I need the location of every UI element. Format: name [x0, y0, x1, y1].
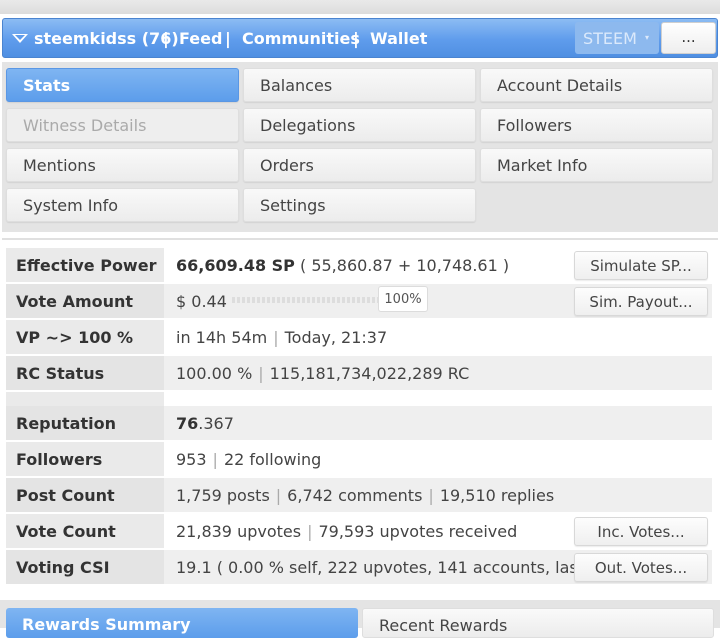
inc-votes-button[interactable]: Inc. Votes... — [574, 517, 708, 546]
more-button[interactable]: ... — [661, 22, 716, 54]
menu-triangle-icon[interactable] — [12, 34, 28, 43]
tab-recent-rewards[interactable]: Recent Rewards — [362, 608, 714, 638]
tab-followers[interactable]: Followers — [480, 108, 713, 142]
tab-witness-details: Witness Details — [6, 108, 239, 142]
vote-weight-slider[interactable] — [232, 297, 378, 303]
label-followers: Followers — [6, 442, 164, 476]
spacer-cell — [6, 392, 164, 406]
vp-time: in 14h 54m — [176, 328, 268, 347]
following-count: 22 following — [223, 450, 322, 469]
currency-value: STEEM — [583, 29, 637, 48]
label-vp: VP ~> 100 % — [6, 320, 164, 354]
row-effective-power: Effective Power 66,609.48 SP ( 55,860.87… — [6, 248, 712, 282]
tab-stats[interactable]: Stats — [6, 68, 239, 102]
dropdown-arrow-icon: ▾ — [644, 33, 649, 42]
nav-wallet[interactable]: Wallet — [370, 29, 427, 48]
value-voting-csi: 19.1 ( 0.00 % self, 222 upvotes, 141 acc… — [176, 558, 621, 577]
label-rc-status: RC Status — [6, 356, 164, 390]
value-effective-power: 66,609.48 SP ( 55,860.87 + 10,748.61 ) — [176, 256, 509, 275]
value-vote-count: 21,839 upvotes | 79,593 upvotes received — [176, 522, 517, 541]
row-vp: VP ~> 100 % in 14h 54m | Today, 21:37 — [6, 320, 712, 354]
vote-amount-value: $ 0.44 — [176, 292, 227, 311]
row-followers: Followers 953 | 22 following — [6, 442, 712, 476]
replies-count: 19,510 replies — [439, 486, 555, 505]
value-followers: 953 | 22 following — [176, 450, 321, 469]
out-votes-button[interactable]: Out. Votes... — [574, 553, 708, 582]
tab-delegations[interactable]: Delegations — [243, 108, 476, 142]
top-gap — [0, 0, 720, 14]
reputation-frac: .367 — [198, 414, 234, 433]
row-reputation: Reputation 76.367 — [6, 406, 712, 440]
nav-communities[interactable]: Communities — [242, 29, 360, 48]
rc-amount: 115,181,734,022,289 RC — [269, 364, 470, 383]
vote-weight-percent: 100% — [378, 286, 428, 312]
tab-grid: Stats Balances Account Details Witness D… — [2, 62, 718, 232]
tab-rewards-summary[interactable]: Rewards Summary — [6, 608, 358, 638]
simulate-sp-button[interactable]: Simulate SP... — [574, 251, 708, 280]
nav-separator: | — [353, 29, 359, 48]
pipe-separator: | — [275, 486, 282, 505]
value-reputation: 76.367 — [176, 414, 234, 433]
label-effective-power: Effective Power — [6, 248, 164, 282]
label-vote-amount: Vote Amount — [6, 284, 164, 318]
pipe-separator: | — [273, 328, 279, 347]
upvotes-received: 79,593 upvotes received — [318, 522, 518, 541]
stats-panel: Effective Power 66,609.48 SP ( 55,860.87… — [2, 238, 718, 608]
pipe-separator: | — [212, 450, 218, 469]
comments-count: 6,742 comments — [287, 486, 423, 505]
tab-settings[interactable]: Settings — [243, 188, 476, 222]
row-vote-amount: Vote Amount $ 0.44 100% Sim. Payout... — [6, 284, 712, 318]
nav-separator: | — [163, 29, 169, 48]
account-link[interactable]: steemkidss (76) — [34, 29, 179, 48]
effective-power-sp: 66,609.48 SP — [176, 256, 295, 275]
tab-account-details[interactable]: Account Details — [480, 68, 713, 102]
followers-count: 953 — [176, 450, 207, 469]
row-vote-count: Vote Count 21,839 upvotes | 79,593 upvotes… — [6, 514, 712, 548]
label-post-count: Post Count — [6, 478, 164, 512]
rc-percent: 100.00 % — [176, 364, 253, 383]
value-rc-status: 100.00 % | 115,181,734,022,289 RC — [176, 364, 469, 383]
value-post-count: 1,759 posts | 6,742 comments | 19,510 replie… — [176, 486, 554, 505]
label-vote-count: Vote Count — [6, 514, 164, 548]
tab-orders[interactable]: Orders — [243, 148, 476, 182]
row-spacer — [6, 392, 712, 406]
top-navbar: steemkidss (76) | Feed | Communities | W… — [2, 18, 718, 58]
row-post-count: Post Count 1,759 posts | 6,742 comments | 19… — [6, 478, 712, 512]
pipe-separator: | — [428, 486, 434, 505]
currency-select[interactable]: STEEM ▾ — [575, 22, 659, 54]
vp-date: Today, 21:37 — [284, 328, 388, 347]
nav-feed[interactable]: Feed — [179, 29, 222, 48]
pipe-separator: | — [307, 522, 313, 541]
reputation-int: 76 — [176, 414, 199, 433]
tab-balances[interactable]: Balances — [243, 68, 476, 102]
tab-system-info[interactable]: System Info — [6, 188, 239, 222]
nav-separator: | — [225, 29, 231, 48]
tab-mentions[interactable]: Mentions — [6, 148, 239, 182]
label-voting-csi: Voting CSI — [6, 550, 164, 584]
pipe-separator: | — [258, 364, 264, 383]
posts-count: 1,759 posts — [176, 486, 270, 505]
value-vp: in 14h 54m | Today, 21:37 — [176, 328, 387, 347]
sim-payout-button[interactable]: Sim. Payout... — [574, 287, 708, 316]
effective-power-breakdown: ( 55,860.87 + 10,748.61 ) — [294, 256, 510, 275]
upvotes-count: 21,839 upvotes — [176, 522, 302, 541]
row-rc-status: RC Status 100.00 % | 115,181,734,022,289 R… — [6, 356, 712, 390]
tab-market-info[interactable]: Market Info — [480, 148, 713, 182]
row-voting-csi: Voting CSI 19.1 ( 0.00 % self, 222 upvot… — [6, 550, 712, 584]
label-reputation: Reputation — [6, 406, 164, 440]
